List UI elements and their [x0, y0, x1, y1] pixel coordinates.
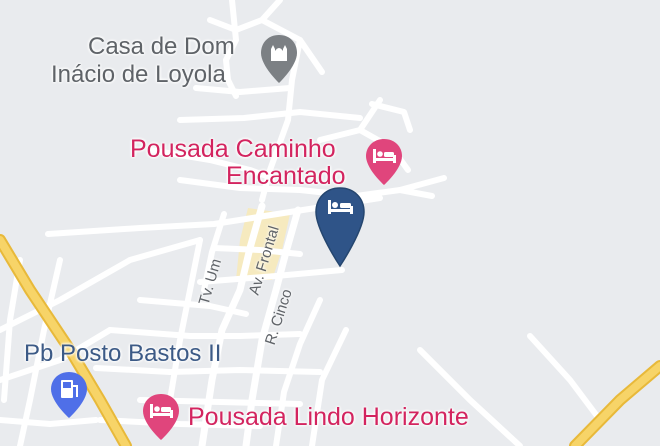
place-label-line: Casa de Dom	[88, 33, 235, 60]
place-label-pb-posto-bastos[interactable]: Pb Posto Bastos II	[24, 340, 221, 367]
road	[527, 333, 603, 423]
place-label-line: Inácio de Loyola	[51, 61, 226, 88]
road	[417, 347, 523, 446]
hotel-icon[interactable]	[364, 137, 404, 187]
hotel-icon[interactable]	[141, 392, 181, 442]
place-label-line: Pb Posto Bastos II	[24, 340, 222, 367]
road	[397, 187, 435, 199]
church-icon[interactable]	[258, 33, 300, 85]
road	[193, 85, 293, 95]
road	[93, 365, 323, 375]
road	[0, 417, 99, 427]
place-label-casa-dom-inacio[interactable]: Casa de Dom	[88, 33, 235, 60]
place-label-line: Pousada Lindo Horizonte	[188, 403, 469, 431]
road	[167, 237, 203, 403]
road	[369, 101, 413, 133]
place-label-line: Pousada Caminho	[130, 135, 336, 163]
hotel-pin-icon[interactable]	[314, 186, 366, 268]
road	[177, 109, 363, 123]
place-label-casa-dom-inacio-line2[interactable]: Inácio de Loyola	[51, 61, 226, 88]
gas-station-icon[interactable]	[49, 370, 89, 420]
place-label-pousada-caminho[interactable]: Pousada Caminho	[130, 136, 336, 163]
place-label-pousada-lindo[interactable]: Pousada Lindo Horizonte	[188, 404, 469, 431]
map-canvas[interactable]: Casa de Dom Inácio de Loyola Pousada Cam…	[0, 0, 660, 446]
